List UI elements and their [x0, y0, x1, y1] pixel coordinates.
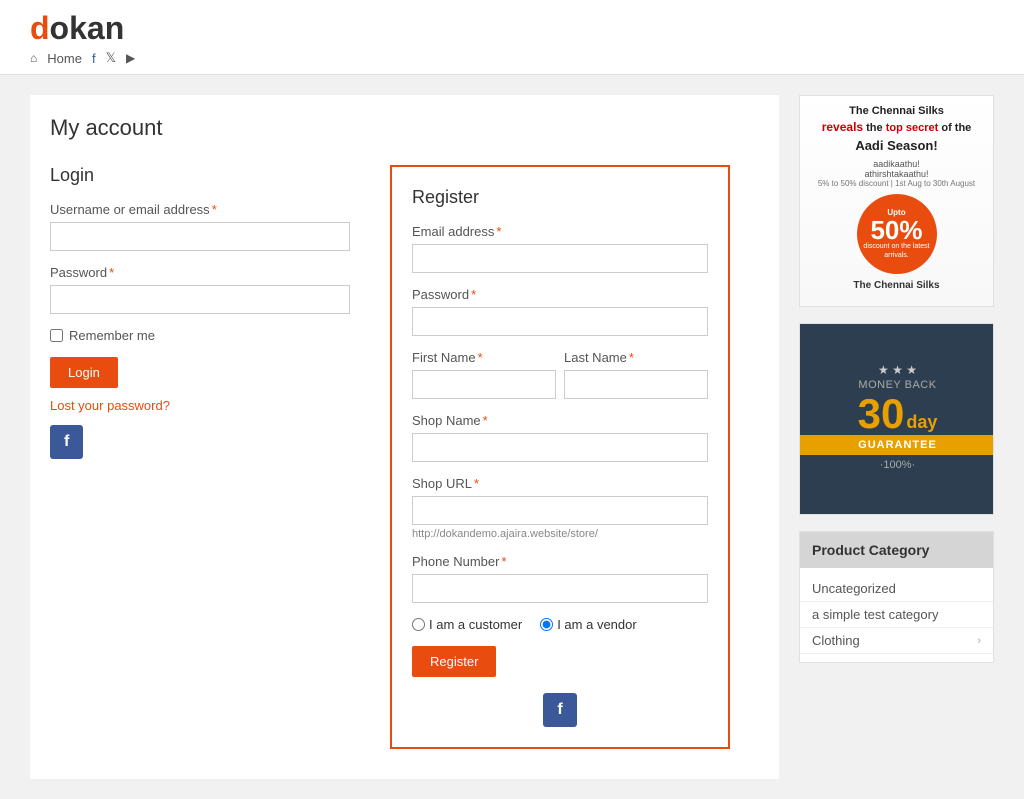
logo-d: d: [30, 10, 50, 46]
ad-headline5: of the: [941, 122, 971, 134]
content-area: My account Login Username or email addre…: [30, 95, 779, 779]
product-category-widget: Product Category Uncategorized a simple …: [799, 531, 994, 663]
last-name-label: Last Name*: [564, 350, 708, 365]
category-link-clothing[interactable]: Clothing: [812, 633, 860, 648]
guarantee-label: GUARANTEE: [800, 435, 994, 455]
ad-brand: The Chennai Silks: [853, 280, 939, 291]
guarantee-percent: ·100%·: [880, 455, 915, 475]
ad-subtext2: athirshtakaathu!: [818, 169, 975, 179]
customer-radio[interactable]: [412, 618, 425, 631]
vendor-radio[interactable]: [540, 618, 553, 631]
shop-name-input[interactable]: [412, 433, 708, 462]
list-item[interactable]: a simple test category: [800, 602, 993, 628]
home-link[interactable]: Home: [47, 51, 82, 66]
shop-url-label: Shop URL*: [412, 476, 708, 491]
ad-headline1: The Chennai Silks: [849, 105, 944, 117]
twitter-nav-icon[interactable]: 𝕏: [106, 50, 116, 66]
customer-option[interactable]: I am a customer: [412, 617, 522, 632]
email-label: Email address*: [412, 224, 708, 239]
username-input[interactable]: [50, 222, 350, 251]
email-input[interactable]: [412, 244, 708, 273]
login-button[interactable]: Login: [50, 357, 118, 388]
role-radio-group: I am a customer I am a vendor: [412, 617, 708, 632]
vendor-label: I am a vendor: [557, 617, 637, 632]
email-group: Email address*: [412, 224, 708, 273]
vendor-option[interactable]: I am a vendor: [540, 617, 637, 632]
page-title: My account: [50, 115, 759, 141]
login-title: Login: [50, 165, 350, 186]
facebook-nav-icon[interactable]: f: [92, 51, 96, 66]
first-name-input[interactable]: [412, 370, 556, 399]
remember-me-row: Remember me: [50, 328, 350, 343]
main-wrapper: My account Login Username or email addre…: [0, 75, 1024, 799]
customer-label: I am a customer: [429, 617, 522, 632]
ad-headline6: Aadi Season!: [855, 138, 937, 153]
shop-url-group: Shop URL* http://dokandemo.ajaira.websit…: [412, 476, 708, 540]
nav-bar: ⌂ Home f 𝕏 ▶: [30, 50, 994, 66]
ad-banner-top: The Chennai Silks reveals the top secret…: [799, 95, 994, 307]
first-name-label: First Name*: [412, 350, 556, 365]
youtube-nav-icon[interactable]: ▶: [126, 51, 135, 65]
day-word: day: [906, 412, 937, 433]
first-name-group: First Name*: [412, 350, 556, 399]
two-column-layout: Login Username or email address* Passwor…: [50, 165, 759, 749]
reg-password-label: Password*: [412, 287, 708, 302]
shop-name-label: Shop Name*: [412, 413, 708, 428]
category-link-uncategorized[interactable]: Uncategorized: [812, 581, 896, 596]
category-list: Uncategorized a simple test category Clo…: [800, 568, 993, 662]
home-icon: ⌂: [30, 51, 37, 65]
username-label: Username or email address*: [50, 202, 350, 217]
login-password-input[interactable]: [50, 285, 350, 314]
reg-password-input[interactable]: [412, 307, 708, 336]
site-logo[interactable]: dokan: [30, 12, 994, 44]
list-item[interactable]: Clothing ›: [800, 628, 993, 654]
remember-me-label: Remember me: [69, 328, 155, 343]
phone-input[interactable]: [412, 574, 708, 603]
name-fields-row: First Name* Last Name*: [412, 350, 708, 413]
category-link-simple-test[interactable]: a simple test category: [812, 607, 938, 622]
shop-url-input[interactable]: [412, 496, 708, 525]
days-number: 30: [858, 393, 905, 435]
ad-headline4: top secret: [886, 122, 939, 134]
phone-label: Phone Number*: [412, 554, 708, 569]
logo-rest: okan: [50, 10, 125, 46]
lost-password-link[interactable]: Lost your password?: [50, 398, 350, 413]
shop-url-hint: http://dokandemo.ajaira.website/store/: [412, 528, 708, 540]
remember-me-checkbox[interactable]: [50, 329, 63, 342]
register-section: Register Email address* Password*: [390, 165, 730, 749]
ad-headline2: reveals: [822, 120, 863, 134]
last-name-input[interactable]: [564, 370, 708, 399]
chevron-right-icon: ›: [977, 635, 981, 647]
login-password-required: *: [109, 265, 114, 280]
sidebar: The Chennai Silks reveals the top secret…: [799, 95, 994, 779]
guarantee-stars: ★ ★ ★: [858, 363, 938, 377]
phone-group: Phone Number*: [412, 554, 708, 603]
widget-title: Product Category: [800, 532, 993, 568]
register-footer: f: [412, 693, 708, 727]
reg-password-group: Password*: [412, 287, 708, 336]
list-item[interactable]: Uncategorized: [800, 576, 993, 602]
guarantee-banner: ★ ★ ★ MONEY BACK 30 day GUARANTEE ·100%·: [799, 323, 994, 515]
register-facebook-button[interactable]: f: [543, 693, 576, 727]
guarantee-inner: ★ ★ ★ MONEY BACK 30 day: [858, 363, 938, 435]
register-button[interactable]: Register: [412, 646, 496, 677]
username-required: *: [212, 202, 217, 217]
ad-subtext1: aadikaathu!: [818, 159, 975, 169]
login-password-label: Password*: [50, 265, 350, 280]
login-section: Login Username or email address* Passwor…: [50, 165, 350, 749]
ad-discount: 50%: [870, 217, 922, 243]
ad-headline3: the: [866, 122, 886, 134]
shop-name-group: Shop Name*: [412, 413, 708, 462]
register-title: Register: [412, 187, 708, 208]
last-name-group: Last Name*: [564, 350, 708, 399]
header: dokan ⌂ Home f 𝕏 ▶: [0, 0, 1024, 75]
username-group: Username or email address*: [50, 202, 350, 251]
login-facebook-button[interactable]: f: [50, 425, 83, 459]
password-group: Password*: [50, 265, 350, 314]
